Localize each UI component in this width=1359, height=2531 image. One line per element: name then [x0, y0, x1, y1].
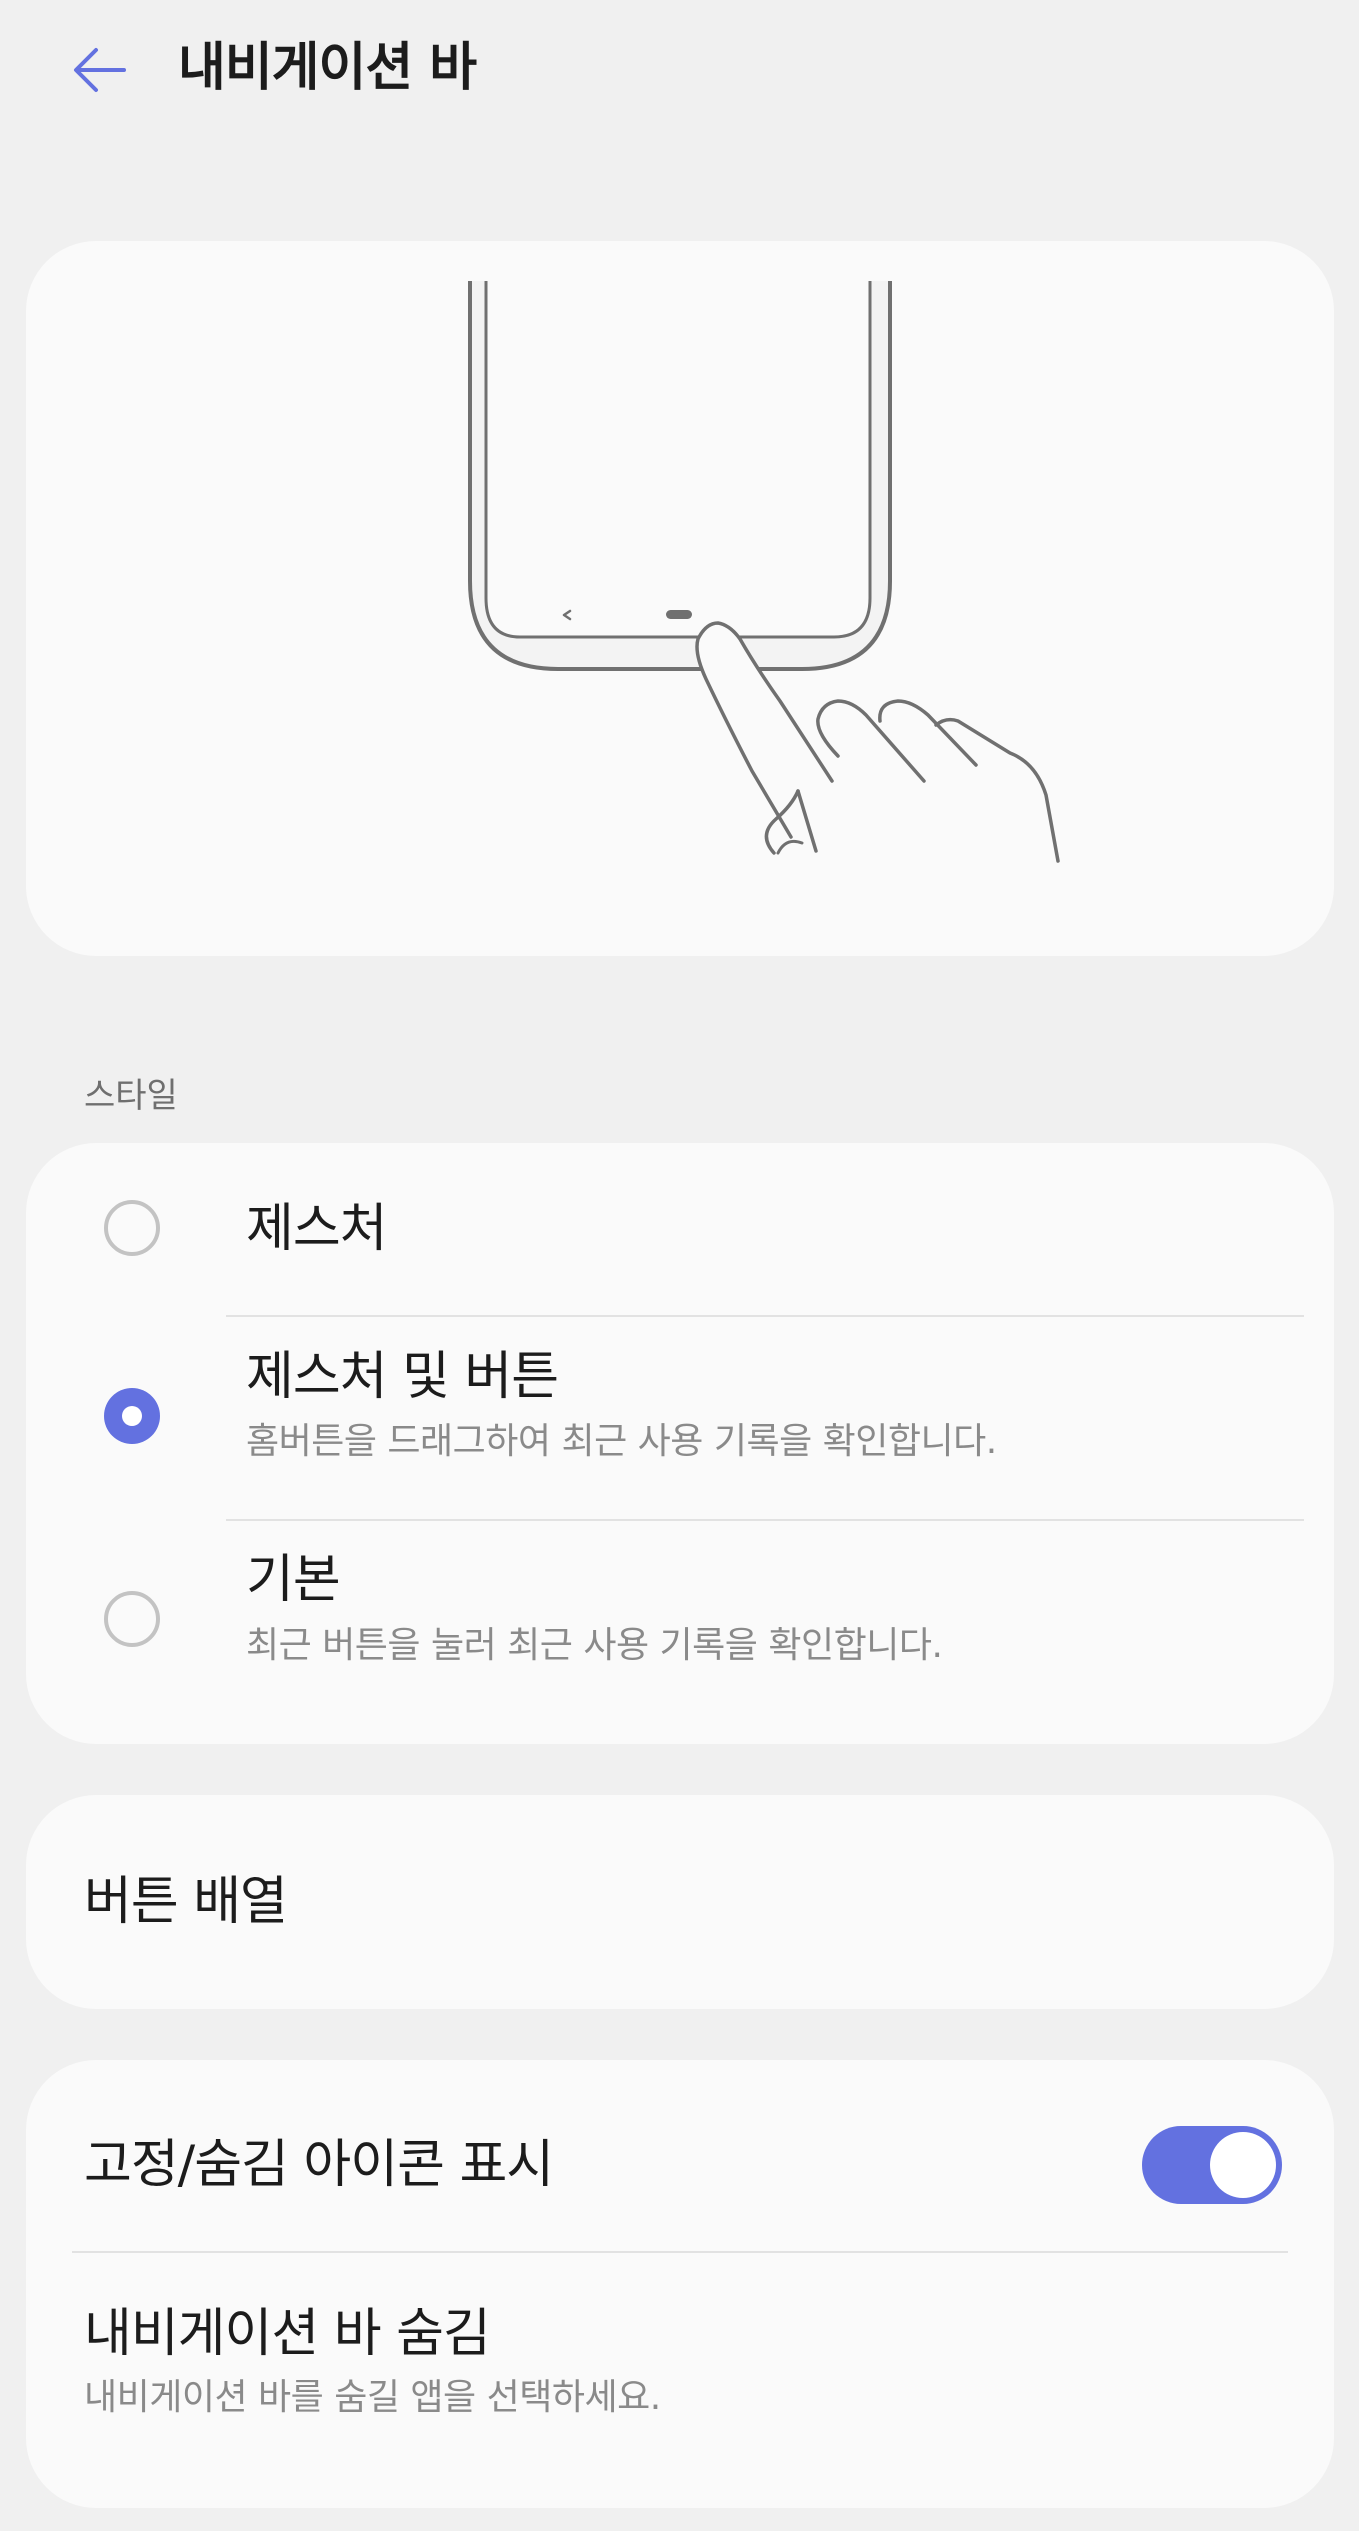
nav-bar-options-card: 고정/숨김 아이콘 표시 내비게이션 바 숨김 내비게이션 바를 숨길 앱을 선… — [26, 2060, 1334, 2508]
radio-basic[interactable] — [104, 1591, 160, 1647]
toggle-knob — [1210, 2132, 1276, 2198]
option-basic[interactable]: 기본 최근 버튼을 눌러 최근 사용 기록을 확인합니다. — [26, 1521, 1334, 1744]
option-gesture-and-buttons-description: 홈버튼을 드래그하여 최근 사용 기록을 확인합니다. — [246, 1421, 997, 1462]
option-gesture-and-buttons-title: 제스처 및 버튼 — [246, 1347, 559, 1407]
show-pin-hide-icon-toggle[interactable] — [1142, 2126, 1282, 2204]
option-basic-description: 최근 버튼을 눌러 최근 사용 기록을 확인합니다. — [246, 1625, 943, 1666]
arrow-left-icon — [74, 48, 126, 92]
option-basic-title: 기본 — [246, 1550, 341, 1610]
style-options-card: 제스처 제스처 및 버튼 홈버튼을 드래그하여 최근 사용 기록을 확인합니다.… — [26, 1143, 1334, 1744]
header: 내비게이션 바 — [0, 0, 1359, 140]
page-title: 내비게이션 바 — [178, 38, 477, 98]
option-gesture-and-buttons[interactable]: 제스처 및 버튼 홈버튼을 드래그하여 최근 사용 기록을 확인합니다. — [26, 1317, 1334, 1519]
phone-gesture-illustration — [468, 281, 1060, 863]
show-pin-hide-icon-label: 고정/숨김 아이콘 표시 — [84, 2135, 554, 2195]
button-order-item[interactable]: 버튼 배열 — [26, 1795, 1334, 2009]
style-section-label: 스타일 — [84, 1076, 178, 1116]
back-button[interactable] — [60, 30, 140, 110]
hide-nav-bar-description: 내비게이션 바를 숨길 앱을 선택하세요. — [84, 2377, 661, 2418]
radio-gesture-and-buttons[interactable] — [104, 1388, 160, 1444]
option-gesture[interactable]: 제스처 — [26, 1143, 1334, 1315]
button-order-label: 버튼 배열 — [84, 1872, 288, 1932]
hide-nav-bar-item[interactable]: 내비게이션 바 숨김 내비게이션 바를 숨길 앱을 선택하세요. — [26, 2253, 1334, 2508]
radio-gesture[interactable] — [104, 1200, 160, 1256]
option-gesture-title: 제스처 — [246, 1199, 388, 1259]
gesture-illustration-card — [26, 241, 1334, 956]
hide-nav-bar-title: 내비게이션 바 숨김 — [84, 2304, 491, 2364]
